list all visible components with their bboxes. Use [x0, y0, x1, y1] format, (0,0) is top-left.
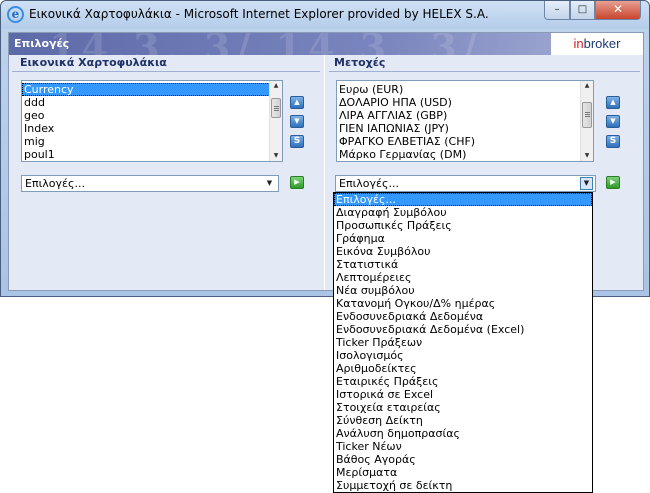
- portfolio-options-select[interactable]: Επιλογές... ▼: [21, 175, 279, 192]
- dropdown-option[interactable]: Εικόνα Συμβόλου: [334, 245, 592, 258]
- stocks-listbox[interactable]: Ευρω (EUR) ΔΟΛΑΡΙΟ ΗΠΑ (USD) ΛΙΡΑ ΑΓΓΛΙΑΣ …: [336, 80, 594, 162]
- scroll-up-arrow-icon[interactable]: ▲: [581, 81, 593, 91]
- options-banner: 14.3. 3/ 14.3. 3/ Επιλογές inbroker: [9, 33, 643, 55]
- dropdown-option[interactable]: Κατανομή Ογκου/Δ% ημέρας: [334, 297, 592, 310]
- move-up-button[interactable]: ▲: [290, 96, 304, 109]
- portfolios-scrollbar[interactable]: ▲ ▼: [269, 81, 282, 161]
- dropdown-option[interactable]: Ενδοσυνεδριακά Δεδομένα: [334, 310, 592, 323]
- dropdown-option[interactable]: Στατιστικά: [334, 258, 592, 271]
- portfolio-go-button[interactable]: ▶: [290, 176, 304, 189]
- portfolios-heading: Εικονικά Χαρτοφυλάκια: [12, 56, 312, 70]
- right-heading-divider: [329, 71, 640, 72]
- window-title: Εικονικά Χαρτοφυλάκια - Microsoft Intern…: [29, 7, 489, 21]
- dropdown-option[interactable]: Ενδοσυνεδριακά Δεδομένα (Excel): [334, 323, 592, 336]
- stock-list-item[interactable]: ΦΡΑΓΚΟ ΕΛΒΕΤΙΑΣ (CHF): [337, 135, 593, 148]
- portfolio-options-value: Επιλογές...: [25, 177, 85, 190]
- dropdown-option[interactable]: Συμμετοχή σε δείκτη: [334, 479, 592, 492]
- close-button[interactable]: ✕: [595, 1, 641, 20]
- logo-in-text: in: [573, 36, 584, 51]
- stock-list-item[interactable]: ΛΙΡΑ ΑΓΓΛΙΑΣ (GBP): [337, 109, 593, 122]
- scroll-down-arrow-icon[interactable]: ▼: [270, 151, 282, 161]
- sort-button[interactable]: S: [606, 135, 620, 148]
- dropdown-option[interactable]: Επιλογές...: [334, 193, 592, 206]
- banner-title: Επιλογές: [14, 37, 70, 50]
- dropdown-option[interactable]: Διαγραφή Συμβόλου: [334, 206, 592, 219]
- dropdown-option[interactable]: Ticker Νέων: [334, 440, 592, 453]
- stock-list-item[interactable]: Μάρκο Γερμανίας (DM): [337, 148, 593, 161]
- portfolio-list-item[interactable]: Index: [22, 122, 282, 135]
- stock-options-value: Επιλογές...: [339, 177, 399, 190]
- title-bar[interactable]: e Εικονικά Χαρτοφυλάκια - Microsoft Inte…: [1, 1, 649, 29]
- stocks-heading: Μετοχές: [329, 56, 639, 70]
- internet-explorer-icon: e: [7, 6, 24, 23]
- dropdown-option[interactable]: Λεπτομέρειες: [334, 271, 592, 284]
- move-down-button[interactable]: ▼: [290, 115, 304, 128]
- dropdown-option[interactable]: Νέα συμβόλου: [334, 284, 592, 297]
- scroll-thumb[interactable]: [271, 98, 281, 118]
- scroll-down-arrow-icon[interactable]: ▼: [581, 151, 593, 161]
- scroll-thumb[interactable]: [582, 102, 592, 128]
- dropdown-option[interactable]: Ισολογισμός: [334, 349, 592, 362]
- stock-list-item[interactable]: ΔΟΛΑΡΙΟ ΗΠΑ (USD): [337, 96, 593, 109]
- dropdown-option[interactable]: Ανάλυση δημοπρασίας: [334, 427, 592, 440]
- panel-separator: [324, 55, 325, 290]
- stock-list-item[interactable]: Ευρω (EUR): [337, 83, 593, 96]
- portfolio-list-item[interactable]: mig: [22, 135, 282, 148]
- portfolio-list-item[interactable]: Currency: [22, 83, 282, 96]
- move-down-button[interactable]: ▼: [606, 115, 620, 128]
- portfolio-list-item[interactable]: ddd: [22, 96, 282, 109]
- portfolios-listbox[interactable]: Currency ddd geo Index mig poul1 ▲ ▼: [21, 80, 283, 162]
- portfolio-list-item[interactable]: poul1: [22, 148, 282, 161]
- inbroker-logo: inbroker: [551, 33, 643, 55]
- dropdown-option[interactable]: Μερίσματα: [334, 466, 592, 479]
- portfolio-list-item[interactable]: geo: [22, 109, 282, 122]
- dropdown-option[interactable]: Αριθμοδείκτες: [334, 362, 592, 375]
- left-heading-divider: [12, 71, 320, 72]
- minimize-button[interactable]: –: [544, 1, 570, 20]
- stock-options-dropdown[interactable]: Επιλογές... Διαγραφή Συμβόλου Προσωπικές Π…: [333, 192, 593, 493]
- chevron-down-icon: ▼: [266, 179, 273, 187]
- stock-go-button[interactable]: ▶: [606, 176, 620, 189]
- scroll-up-arrow-icon[interactable]: ▲: [270, 81, 282, 91]
- dropdown-option[interactable]: Ιστορικά σε Excel: [334, 388, 592, 401]
- move-up-button[interactable]: ▲: [606, 96, 620, 109]
- stock-list-item[interactable]: ΓΙΕΝ ΙΑΠΩΝΙΑΣ (JPY): [337, 122, 593, 135]
- dropdown-option[interactable]: Εταιρικές Πράξεις: [334, 375, 592, 388]
- sort-button[interactable]: S: [290, 135, 304, 148]
- dropdown-option[interactable]: Σύνθεση Δείκτη: [334, 414, 592, 427]
- stocks-scrollbar[interactable]: ▲ ▼: [580, 81, 593, 161]
- stock-options-select[interactable]: Επιλογές... ▼: [335, 175, 596, 192]
- dropdown-option[interactable]: Ticker Πράξεων: [334, 336, 592, 349]
- chevron-down-icon[interactable]: ▼: [580, 177, 593, 190]
- logo-broker-text: broker: [583, 36, 621, 51]
- dropdown-option[interactable]: Προσωπικές Πράξεις: [334, 219, 592, 232]
- maximize-button[interactable]: □: [570, 1, 595, 20]
- dropdown-option[interactable]: Βάθος Αγοράς: [334, 453, 592, 466]
- dropdown-option[interactable]: Γράφημα: [334, 232, 592, 245]
- banner-decoration: 14.3. 3/ 14.3. 3/: [49, 33, 483, 55]
- dropdown-option[interactable]: Στοιχεία εταιρείας: [334, 401, 592, 414]
